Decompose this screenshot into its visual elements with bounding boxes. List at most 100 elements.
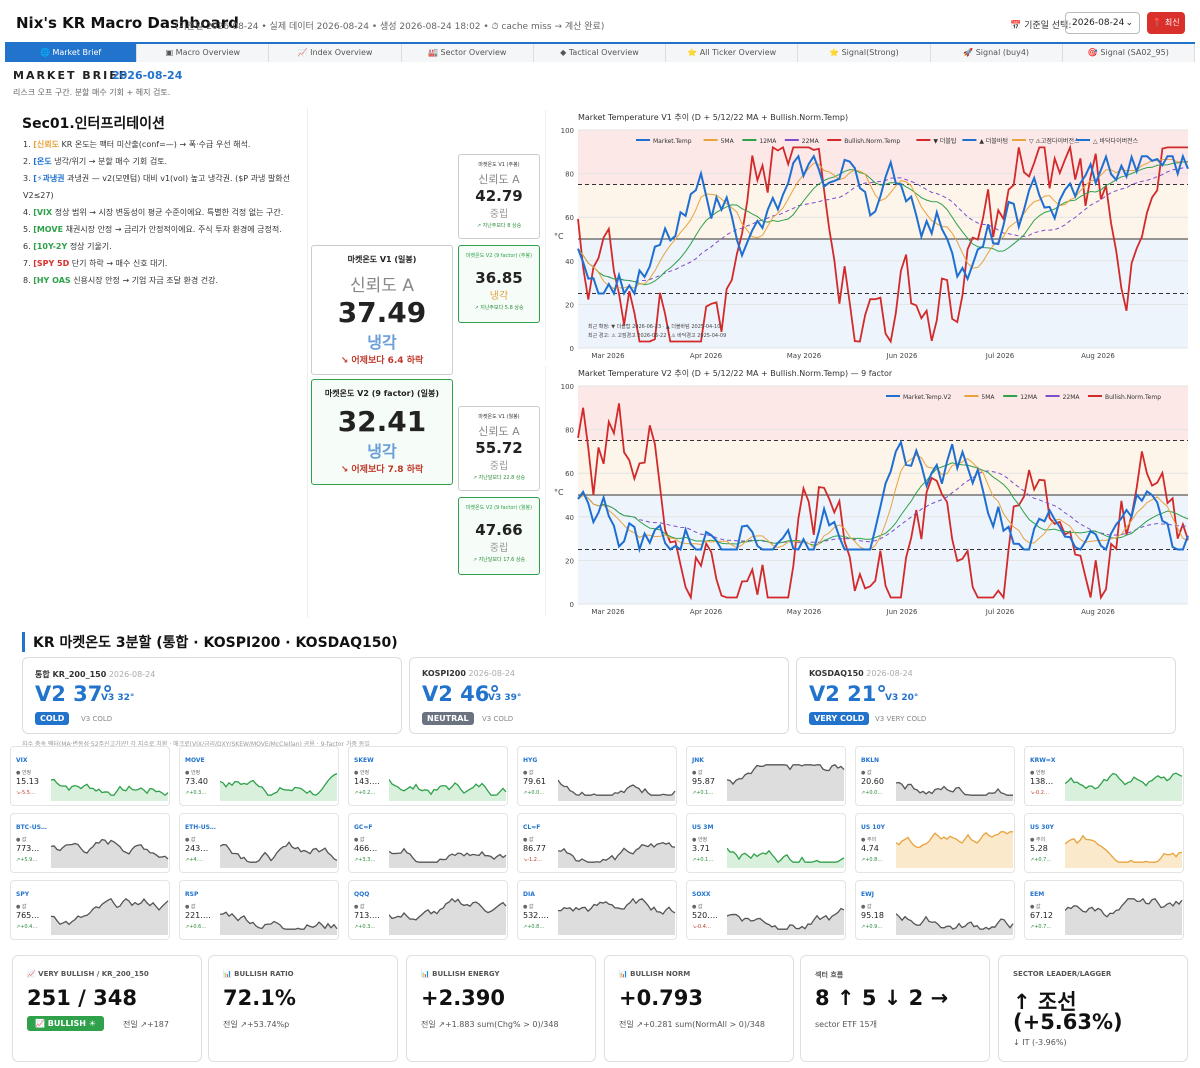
- temp-v2-chart[interactable]: Market Temperature V2 추이 (D + 5/12/22 MA…: [545, 366, 1195, 616]
- ticker-sparkline: [727, 764, 845, 801]
- ticker-change: ↘-5.5…: [16, 790, 35, 796]
- ticker-card[interactable]: BKLN ● 값 20.60 ↗+0.0…: [855, 746, 1015, 806]
- ticker-card[interactable]: SPY ● 값 765… ↗+0.4…: [10, 880, 170, 940]
- warm-zone: [578, 440, 1188, 495]
- kr-card-title: KOSPI200 2026-08-24: [422, 669, 515, 678]
- ticker-sparkline: [220, 841, 338, 868]
- header-meta: (기준일 2026-08-24 • 실제 데이터 2026-08-24 • 생성…: [175, 22, 605, 32]
- brief-title: MARKET BRIEF: [13, 69, 129, 82]
- x-tick-label: Apr 2026: [690, 608, 723, 616]
- ticker-card[interactable]: EEM ● 값 67.12 ↗+0.7…: [1024, 880, 1184, 940]
- ticker-card[interactable]: SKEW ● 안정 143.… ↗+0.2…: [348, 746, 508, 806]
- ticker-card[interactable]: DIA ● 값 532.… ↗+0.8…: [517, 880, 677, 940]
- ticker-card[interactable]: SOXX ● 값 520.… ↘-0.4…: [686, 880, 846, 940]
- ticker-card[interactable]: JNK ● 값 95.87 ↗+0.1…: [686, 746, 846, 806]
- ticker-card[interactable]: US 3M ● 안정 3.71 ↗+0.1…: [686, 813, 846, 873]
- tab-all-ticker[interactable]: ⭐ All Ticker Overview: [666, 44, 799, 62]
- interpretation-item: 7. [SPY 5D 단기 하락 → 매수 신호 대기.: [23, 255, 298, 272]
- tab-signal-buy4[interactable]: 🚀 Signal (buy4): [931, 44, 1063, 62]
- ticker-sparkline: [1065, 834, 1183, 868]
- ticker-sparkline: [558, 779, 676, 801]
- ticker-name: BTC-US…: [16, 824, 47, 831]
- x-tick-label: Apr 2026: [690, 352, 723, 360]
- header: Nix's KR Macro Dashboard (기준일 2026-08-24…: [0, 0, 1200, 42]
- item-number: 2.: [23, 157, 31, 166]
- legend-label: Bullish.Norm.Temp: [1105, 394, 1161, 401]
- tab-tactical-overview[interactable]: ◆ Tactical Overview: [534, 44, 667, 62]
- item-tag: [10Y-2Y: [33, 242, 68, 251]
- tab-bar: 🌐 Market Brief ▣ Macro Overview 📈 Index …: [5, 42, 1195, 62]
- stat-value: +0.793: [619, 986, 704, 1010]
- x-tick-label: Jul 2026: [985, 352, 1015, 360]
- ticker-card[interactable]: QQQ ● 값 713.… ↗+0.3…: [348, 880, 508, 940]
- y-tick-label: 20: [565, 301, 574, 309]
- sparkline-area: [727, 908, 844, 935]
- ticker-change: ↗+5.9…: [16, 857, 38, 863]
- ticker-value: 73.40: [185, 777, 208, 786]
- ticker-card[interactable]: KRW=X ● 안정 138… ↘-0.2…: [1024, 746, 1184, 806]
- ticker-value: 4.74: [861, 844, 879, 853]
- item-tag: [⚡과냉권: [33, 174, 65, 183]
- legend-label: Market.Temp: [653, 138, 692, 145]
- temp-v1-chart[interactable]: Market Temperature V1 추이 (D + 5/12/22 MA…: [545, 110, 1195, 360]
- item-tag: [온도: [33, 157, 52, 166]
- ticker-sparkline: [558, 897, 676, 935]
- ticker-card[interactable]: ETH-US… ● 값 243… ↗+4.…: [179, 813, 339, 873]
- tab-market-brief[interactable]: 🌐 Market Brief: [5, 44, 138, 62]
- ticker-card[interactable]: RSP ● 값 221.… ↗+0.6…: [179, 880, 339, 940]
- kr-card-v3-label: V3 VERY COLD: [875, 715, 927, 723]
- refresh-button[interactable]: 📍 최신: [1147, 12, 1185, 34]
- ticker-card[interactable]: CL=F ● 값 86.77 ↘-1.2…: [517, 813, 677, 873]
- ticker-card[interactable]: US 30Y ● 주의 5.28 ↗+0.7…: [1024, 813, 1184, 873]
- item-text: KR 온도는 팩터 미산출(conf=—) → 폭·수급 우선 해석.: [58, 140, 251, 149]
- interpretation-item: 3. [⚡과냉권 과냉권 — v2(모멘텀) 대비 v1(vol) 높고 냉각권…: [23, 170, 298, 204]
- ticker-card[interactable]: HYG ● 값 79.61 ↗+0.0…: [517, 746, 677, 806]
- stat-sub: 전일 ↗+1.883 sum(Chg% > 0)/348: [421, 1020, 559, 1029]
- tab-signal-sa02[interactable]: 🎯 Signal (SA02_95): [1063, 44, 1195, 62]
- ticker-sparkline: [896, 913, 1014, 935]
- tab-sector-overview[interactable]: 🏭 Sector Overview: [402, 44, 534, 62]
- y-tick-label: 0: [570, 601, 574, 609]
- gauge-delta: ↗ 지난주보다 8 상승: [476, 223, 522, 229]
- ticker-card[interactable]: VIX ● 안정 15.13 ↘-5.5…: [10, 746, 170, 806]
- tab-signal-strong[interactable]: ⭐ Signal(Strong): [798, 44, 931, 62]
- kr-card-v2: V2 21°: [809, 682, 887, 706]
- gauge-value: 32.41: [337, 405, 427, 438]
- legend-label: 22MA: [1063, 394, 1081, 401]
- chart-title: Market Temperature V1 추이 (D + 5/12/22 MA…: [578, 113, 849, 122]
- ticker-sparkline: [896, 781, 1013, 801]
- ticker-sparkline: [1065, 897, 1183, 935]
- stat-card: 📊 BULLISH ENERGY +2.390 전일 ↗+1.883 sum(Ch…: [406, 955, 596, 1062]
- ticker-name: MOVE: [185, 757, 205, 764]
- item-tag: [MOVE: [33, 225, 64, 234]
- ticker-card[interactable]: US 10Y ● 주의 4.74 ↗+0.8…: [855, 813, 1015, 873]
- tab-index-overview[interactable]: 📈 Index Overview: [269, 44, 402, 62]
- legend-label: 5MA: [981, 394, 995, 401]
- y-tick-label: 100: [561, 383, 574, 391]
- stat-card: 섹터 흐름 8 ↑ 5 ↓ 2 → sector ETF 15개: [800, 955, 990, 1062]
- gauge-value: 42.79: [475, 187, 523, 205]
- ticker-card[interactable]: BTC-US… ● 값 773… ↗+5.9…: [10, 813, 170, 873]
- ticker-status: ● 값: [354, 837, 365, 843]
- ticker-value: 243…: [185, 844, 209, 853]
- sparkline-area: [1065, 835, 1182, 868]
- ticker-change: ↗+4.…: [185, 857, 204, 863]
- stat-title: SECTOR LEADER/LAGGER: [1013, 970, 1112, 978]
- ticker-card[interactable]: MOVE ● 안정 73.40 ↗+0.3…: [179, 746, 339, 806]
- temp-v2-plot: 100 80 60 40 20 0 Mar 2026 Apr 2026 May 2026 Jun …: [554, 383, 1189, 616]
- kr-card-badge: NEUTRAL: [422, 712, 474, 725]
- date-select[interactable]: 2026-08-24 ⌄: [1065, 12, 1140, 34]
- item-number: 1.: [23, 140, 31, 149]
- gauge-state: 중립: [489, 209, 509, 220]
- x-tick-label: Mar 2026: [591, 352, 625, 360]
- ticker-status: ● 안정: [1030, 770, 1046, 776]
- ticker-card[interactable]: GC=F ● 값 466… ↗+3.3…: [348, 813, 508, 873]
- ticker-change: ↗+0.1…: [692, 790, 714, 796]
- gauge-value: 47.66: [475, 521, 523, 539]
- ticker-card[interactable]: EWJ ● 값 95.18 ↗+0.9…: [855, 880, 1015, 940]
- gauge-state: 중립: [489, 461, 509, 472]
- ticker-status: ● 값: [523, 837, 534, 843]
- kr-card-title: KOSDAQ150 2026-08-24: [809, 669, 913, 678]
- tab-macro-overview[interactable]: ▣ Macro Overview: [137, 44, 270, 62]
- gauge-delta: ↗ 지난달보다 17.6 상승: [472, 557, 526, 563]
